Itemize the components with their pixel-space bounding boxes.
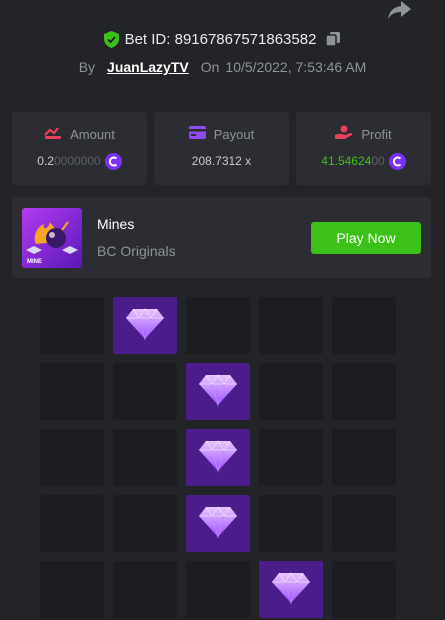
profit-stat: Profit 41.54624 00: [296, 112, 431, 185]
game-thumbnail[interactable]: MINE: [22, 208, 82, 268]
mine-tile[interactable]: [40, 561, 104, 618]
profit-icon: [335, 125, 361, 143]
diamond-icon: [125, 305, 165, 346]
mine-tile[interactable]: [332, 297, 396, 354]
payout-stat: Payout 208.7312 x: [154, 112, 289, 185]
username-link[interactable]: JuanLazyTV: [107, 59, 189, 75]
share-icon[interactable]: [386, 0, 412, 20]
mine-tile[interactable]: [332, 561, 396, 618]
mine-tile[interactable]: [259, 429, 323, 486]
mine-tile-gem[interactable]: [186, 495, 250, 552]
mine-tile[interactable]: [332, 495, 396, 552]
mine-tile[interactable]: [40, 495, 104, 552]
by-label: By: [78, 59, 96, 75]
game-provider: BC Originals: [97, 243, 176, 259]
mine-tile[interactable]: [332, 363, 396, 420]
mine-tile-gem[interactable]: [259, 561, 323, 618]
mine-tile[interactable]: [186, 561, 250, 618]
amount-value: 0.2: [37, 154, 54, 168]
game-title: Mines: [97, 216, 135, 232]
diamond-icon: [198, 371, 238, 412]
mine-tile-gem[interactable]: [113, 297, 177, 354]
mine-tile[interactable]: [40, 429, 104, 486]
mine-tile[interactable]: [259, 495, 323, 552]
coin-icon: [104, 152, 122, 170]
thumb-badge: MINE: [27, 259, 42, 265]
amount-label: Amount: [70, 126, 115, 142]
mine-tile[interactable]: [113, 561, 177, 618]
mine-tile[interactable]: [40, 297, 104, 354]
mines-board: [40, 297, 398, 618]
on-label: On: [200, 59, 220, 75]
mine-tile[interactable]: [332, 429, 396, 486]
payout-value: 208.7312 x: [191, 154, 252, 168]
bet-meta-line: By JuanLazyTV On 10/5/2022, 7:53:46 AM: [0, 59, 445, 75]
play-now-button[interactable]: Play Now: [311, 222, 421, 254]
coin-icon: [388, 152, 406, 170]
diamond-icon: [271, 569, 311, 610]
copy-icon[interactable]: [325, 31, 341, 47]
bet-stats: Amount 0.2 0000000 Payout 208.7312 x Prof…: [12, 112, 431, 185]
mine-tile[interactable]: [259, 363, 323, 420]
mine-tile[interactable]: [113, 495, 177, 552]
mine-tile[interactable]: [113, 363, 177, 420]
mine-tile-gem[interactable]: [186, 429, 250, 486]
mine-tile-gem[interactable]: [186, 363, 250, 420]
payout-label: Payout: [213, 126, 255, 142]
profit-value: 41.54624: [321, 154, 372, 168]
profit-value-dim: 00: [371, 154, 385, 168]
bet-timestamp: 10/5/2022, 7:53:46 AM: [225, 59, 367, 75]
bet-amount-icon: [44, 126, 70, 143]
mine-tile[interactable]: [186, 297, 250, 354]
bet-id-line: Bet ID: 89167867571863582: [0, 28, 445, 50]
bet-header: Bet ID: 89167867571863582 By JuanLazyTV …: [0, 28, 445, 75]
mine-tile[interactable]: [259, 297, 323, 354]
mine-tile[interactable]: [113, 429, 177, 486]
amount-stat: Amount 0.2 0000000: [12, 112, 147, 185]
payout-card-icon: [188, 126, 214, 142]
diamond-icon: [198, 503, 238, 544]
mine-tile[interactable]: [40, 363, 104, 420]
profit-label: Profit: [361, 126, 392, 142]
shield-check-icon: [103, 30, 119, 48]
diamond-icon: [198, 437, 238, 478]
bet-id: Bet ID: 89167867571863582: [124, 30, 317, 48]
game-card: MINE Mines BC Originals Play Now: [12, 197, 431, 278]
amount-value-dim: 0000000: [53, 154, 101, 168]
